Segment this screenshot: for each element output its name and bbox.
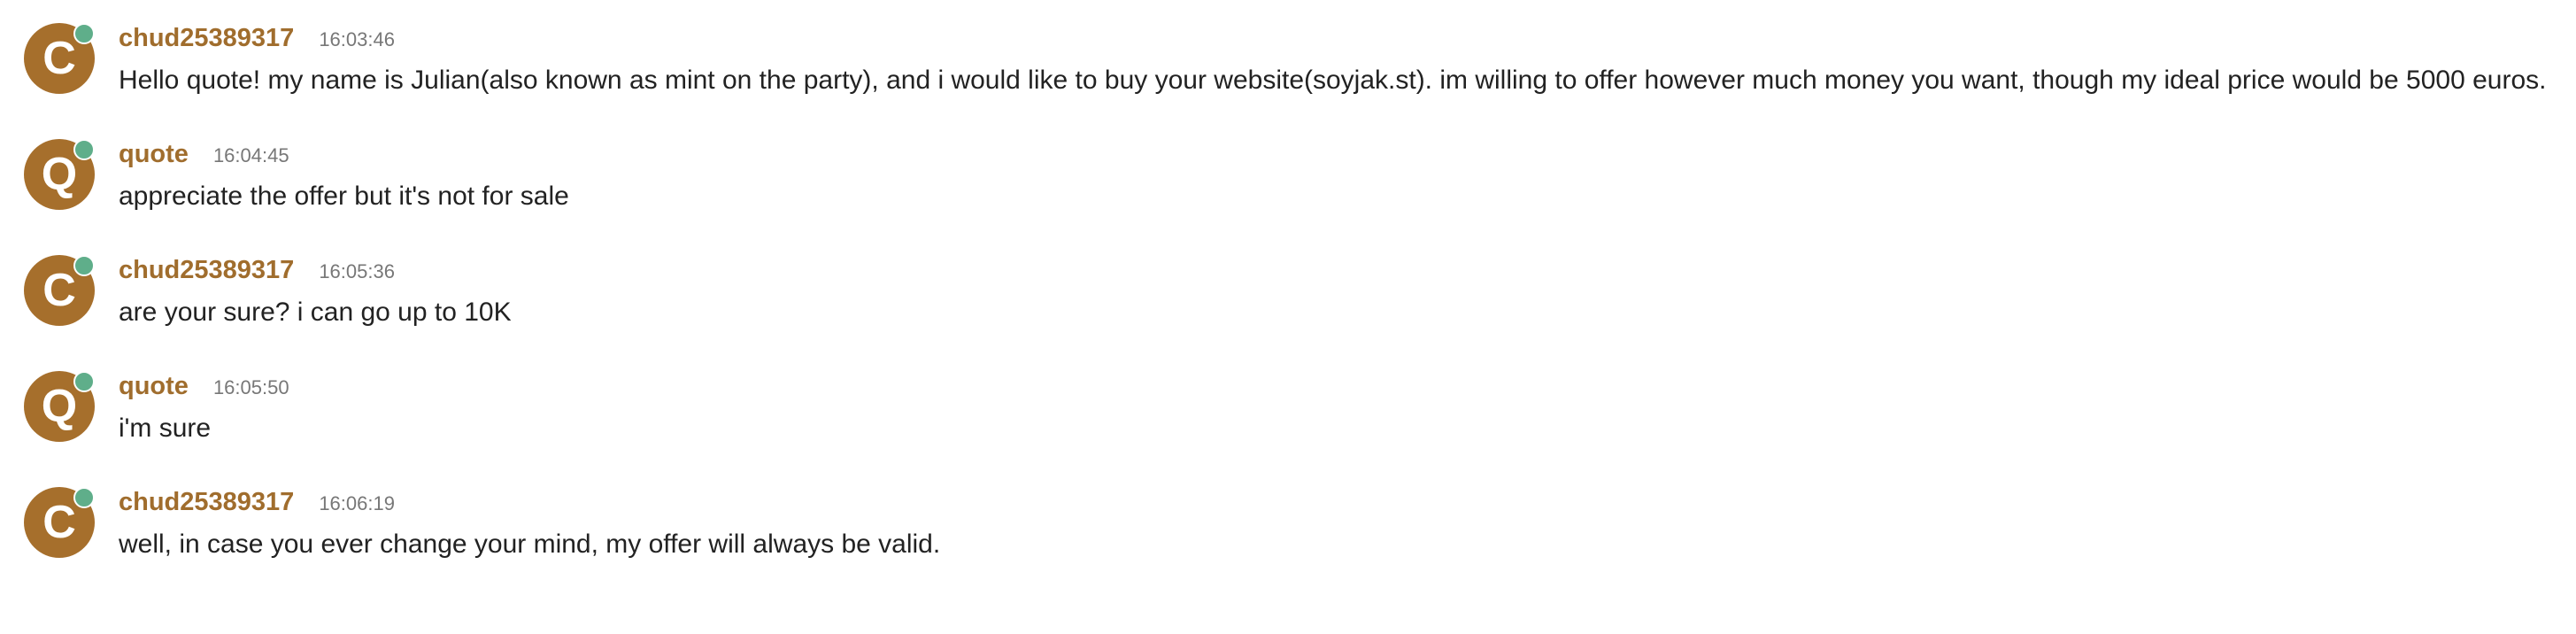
online-status-icon: [73, 23, 95, 44]
message-item: C chud25389317 16:05:36 are your sure? i…: [0, 232, 2576, 338]
message-text: appreciate the offer but it's not for sa…: [119, 182, 569, 211]
message-text: are your sure? i can go up to 10K: [119, 298, 512, 327]
message-list: C chud25389317 16:03:46 Hello quote! my …: [0, 0, 2576, 634]
message-header: quote 16:05:50: [119, 372, 289, 404]
message-text: well, in case you ever change your mind,…: [119, 530, 941, 559]
message-item: Q quote 16:05:50 i'm sure: [0, 348, 2576, 454]
timestamp: 16:03:46: [319, 28, 395, 50]
username[interactable]: chud25389317: [119, 24, 294, 53]
timestamp: 16:05:36: [319, 260, 395, 282]
message-header: chud25389317 16:03:46: [119, 24, 395, 56]
message-header: chud25389317 16:05:36: [119, 256, 395, 288]
message-header: quote 16:04:45: [119, 140, 289, 172]
timestamp: 16:06:19: [319, 492, 395, 514]
online-status-icon: [73, 487, 95, 508]
timestamp: 16:05:50: [212, 376, 289, 398]
online-status-icon: [73, 255, 95, 276]
message-item: C chud25389317 16:03:46 Hello quote! my …: [0, 0, 2576, 106]
username[interactable]: quote: [119, 372, 189, 401]
timestamp: 16:04:45: [212, 144, 289, 166]
message-item: C chud25389317 16:06:19 well, in case yo…: [0, 464, 2576, 570]
message-text: Hello quote! my name is Julian(also know…: [119, 66, 2547, 95]
message-header: chud25389317 16:06:19: [119, 488, 395, 520]
message-item: Q quote 16:04:45 appreciate the offer bu…: [0, 116, 2576, 222]
online-status-icon: [73, 139, 95, 160]
online-status-icon: [73, 371, 95, 392]
username[interactable]: chud25389317: [119, 488, 294, 517]
username[interactable]: quote: [119, 140, 189, 169]
username[interactable]: chud25389317: [119, 256, 294, 285]
message-text: i'm sure: [119, 414, 212, 443]
